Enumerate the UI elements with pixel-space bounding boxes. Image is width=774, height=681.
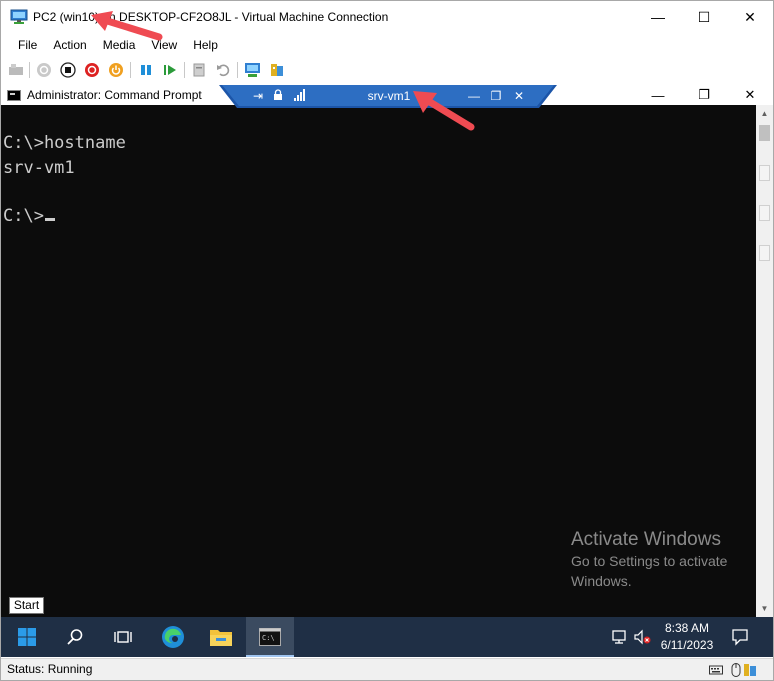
watermark-line: Go to Settings to activate [571,553,728,569]
enhanced-session-icon [245,63,260,77]
vm-connection-app-icon [10,9,28,24]
ctrl-alt-del-icon [9,64,23,75]
minimize-icon: — [651,9,665,25]
task-view-button[interactable] [99,617,147,657]
menu-action[interactable]: Action [45,34,94,56]
enhanced-session-button[interactable] [243,60,263,80]
toolbar-separator [29,62,30,78]
power-icon [109,63,123,77]
close-icon: ✕ [744,8,756,25]
network-icon[interactable] [611,628,629,646]
annotation-arrow-vm-name [413,91,475,131]
taskbar-clock[interactable]: 8:38 AM 6/11/2023 [651,620,723,654]
search-button[interactable] [51,617,99,657]
lock-icon[interactable] [271,89,285,103]
cmd-close-button[interactable]: ✕ [727,85,773,105]
volume-muted-icon[interactable] [633,628,651,646]
minimize-button[interactable]: — [635,1,681,33]
power-button[interactable] [106,60,126,80]
connection-bar[interactable]: ⇥ srv-vm1 — ❐ ✕ [219,85,557,108]
command-prompt-icon: C:\ [259,628,281,646]
edge-browser-icon [162,626,184,648]
start-icon [37,63,51,77]
close-button[interactable]: ✕ [727,1,773,33]
menu-help[interactable]: Help [185,34,226,56]
watermark-line: Windows. [571,573,632,589]
clock-time: 8:38 AM [664,621,710,635]
window-title: PC2 (win10) on DESKTOP-CF2O8JL - Virtual… [33,10,389,24]
shut-down-icon [85,63,99,77]
close-icon: ✕ [744,87,756,102]
scroll-down-icon[interactable]: ▼ [756,600,773,617]
status-text: Status: Running [7,662,93,676]
menu-file[interactable]: File [1,34,45,56]
cmd-window-title: Administrator: Command Prompt [27,88,202,102]
start-tooltip: Start [9,597,44,614]
edge-browser-button[interactable] [149,617,197,657]
console-line: C:\>hostname [3,133,126,153]
cmd-maximize-button[interactable]: ❐ [681,85,727,105]
share-button[interactable] [267,60,287,80]
console-line: srv-vm1 [3,158,75,178]
pause-button[interactable] [136,60,156,80]
console-prompt-line: C:\> [3,206,55,226]
task-view-icon [114,631,132,643]
turn-off-icon [60,62,76,78]
toolbar-separator [184,62,185,78]
ctrl-alt-del-button[interactable] [6,60,26,80]
secure-session-icon [744,664,756,676]
watermark-title: Activate Windows [571,529,721,550]
shut-down-button[interactable] [82,60,102,80]
resume-icon [164,65,176,75]
clock-date: 6/11/2023 [660,638,714,652]
checkpoint-icon [193,63,205,77]
folder-icon [210,630,232,646]
pin-icon[interactable]: ⇥ [251,89,265,103]
file-explorer-button[interactable] [197,617,245,657]
signal-strength-icon [293,89,307,103]
toolbar [1,58,773,82]
activate-windows-watermark: Activate Windows Go to Settings to activ… [571,529,727,591]
status-bar: Status: Running [1,658,773,680]
scroll-up-icon[interactable]: ▲ [756,105,773,122]
command-prompt-icon [7,90,21,101]
vm-connection-window: PC2 (win10) on DESKTOP-CF2O8JL - Virtual… [0,0,774,681]
command-prompt-taskbar-button[interactable]: C:\ [246,617,294,657]
scroll-thumb[interactable] [759,125,770,141]
keyboard-icon [709,665,723,675]
minimize-icon: — [651,87,665,103]
mouse-icon [731,663,741,677]
maximize-icon: ☐ [697,8,711,25]
resume-button[interactable] [160,60,180,80]
console-prompt: C:\> [3,206,44,226]
windows-logo-icon [18,628,36,646]
scroll-track-mark [759,165,770,181]
taskbar: C:\ 8:38 AM 6/11/2023 [1,617,773,657]
svg-text:C:\: C:\ [262,634,275,642]
text-cursor [44,218,55,221]
cmd-scrollbar[interactable]: ▲ ▼ [756,105,773,617]
restore-icon: ❐ [698,87,710,102]
annotation-arrow-title [91,11,163,41]
toolbar-separator [237,62,238,78]
revert-icon [217,64,230,77]
scroll-track-mark [759,245,770,261]
start-menu-button[interactable] [3,617,51,657]
start-button[interactable] [34,60,54,80]
pause-icon [141,65,151,75]
checkpoint-button[interactable] [189,60,209,80]
revert-button[interactable] [213,60,233,80]
notifications-icon[interactable] [731,628,749,646]
scroll-track-mark [759,205,770,221]
restore-icon[interactable]: ❐ [489,89,503,103]
close-icon[interactable]: ✕ [512,89,526,103]
search-icon [67,629,83,645]
vm-screen[interactable]: Administrator: Command Prompt — ❐ ✕ C:\>… [1,85,773,657]
share-icon [271,64,283,76]
maximize-button[interactable]: ☐ [681,1,727,33]
cmd-minimize-button[interactable]: — [635,85,681,105]
toolbar-separator [130,62,131,78]
turn-off-button[interactable] [58,60,78,80]
